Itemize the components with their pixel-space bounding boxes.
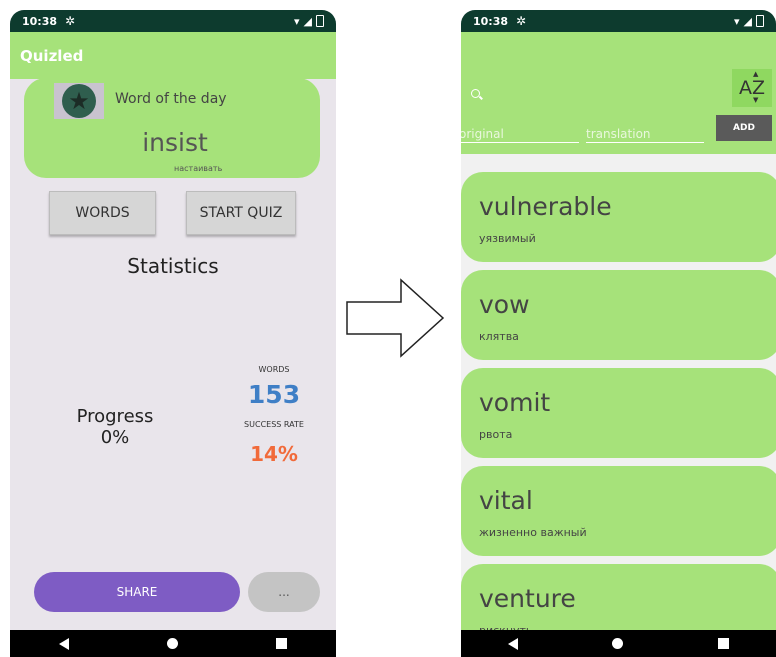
word-of-day-translation: настаивать — [174, 164, 223, 173]
sort-az-label: AZ — [738, 77, 765, 99]
success-rate-value: 14% — [250, 442, 298, 466]
list-item[interactable]: vow клятва — [461, 270, 776, 360]
statistics-title: Statistics — [127, 254, 219, 278]
status-bar: 10:38 ✲ ▾ ◢ — [10, 10, 336, 32]
words-count: 153 — [247, 380, 301, 409]
gear-icon: ✲ — [65, 14, 76, 28]
arrow-right-icon — [346, 278, 445, 358]
nav-bar — [10, 630, 336, 657]
word-text: vomit — [479, 388, 551, 417]
list-item[interactable]: vital жизненно важный — [461, 466, 776, 556]
search-icon[interactable] — [471, 89, 480, 98]
app-bar: Quizled — [10, 32, 336, 79]
sort-up-icon: ▲ — [752, 70, 759, 78]
add-button[interactable]: ADD — [716, 115, 772, 141]
recent-apps-icon[interactable] — [276, 638, 287, 649]
list-item[interactable]: vomit рвота — [461, 368, 776, 458]
translation-input[interactable]: translation — [586, 125, 704, 143]
word-translation: уязвимый — [479, 232, 536, 245]
signal-icon: ◢ — [303, 14, 312, 28]
word-of-day-card[interactable]: ★ Word of the day insist настаивать — [24, 78, 320, 178]
wifi-icon: ▾ — [734, 14, 740, 28]
start-quiz-button[interactable]: START QUIZ — [186, 191, 296, 235]
original-placeholder: original — [461, 127, 504, 141]
share-button[interactable]: SHARE — [34, 572, 240, 612]
translation-placeholder: translation — [586, 127, 651, 141]
more-button[interactable]: ... — [248, 572, 320, 612]
status-time: 10:38 — [473, 14, 509, 28]
progress-value: 0% — [100, 427, 130, 448]
app-bar — [461, 32, 776, 81]
home-icon[interactable] — [612, 638, 624, 649]
back-icon[interactable] — [59, 637, 69, 650]
home-screen: 10:38 ✲ ▾ ◢ Quizled ★ Word of the day in… — [10, 10, 336, 657]
word-translation: рвота — [479, 428, 513, 441]
nav-bar — [461, 630, 776, 657]
list-item[interactable]: vulnerable уязвимый — [461, 172, 776, 262]
star-icon-box[interactable]: ★ — [54, 83, 104, 119]
word-of-day: insist — [142, 128, 208, 157]
home-icon[interactable] — [167, 638, 178, 649]
words-button[interactable]: WORDS — [49, 191, 156, 235]
back-icon[interactable] — [508, 637, 519, 650]
signal-icon: ◢ — [743, 14, 752, 28]
status-bar: 10:38 ✲ ▾ ◢ — [461, 10, 776, 32]
progress-label: Progress — [76, 406, 154, 427]
word-text: vulnerable — [479, 192, 612, 221]
sort-down-icon: ▼ — [752, 96, 759, 104]
words-screen: 10:38 ✲ ▾ ◢ ▲ AZ ▼ original translation … — [461, 10, 776, 657]
battery-icon — [316, 15, 324, 27]
sort-az-button[interactable]: ▲ AZ ▼ — [732, 69, 772, 107]
status-time: 10:38 — [22, 14, 58, 28]
original-input[interactable]: original — [461, 125, 579, 143]
gear-icon: ✲ — [516, 14, 527, 28]
word-text: vital — [479, 486, 533, 515]
progress-block: Progress 0% — [65, 406, 165, 448]
word-text: venture — [479, 584, 576, 613]
success-rate-caption: SUCCESS RATE — [244, 420, 304, 429]
word-text: vow — [479, 290, 530, 319]
wifi-icon: ▾ — [294, 14, 300, 28]
recent-apps-icon[interactable] — [717, 638, 729, 649]
word-translation: жизненно важный — [479, 526, 587, 539]
word-of-day-label: Word of the day — [115, 91, 227, 107]
battery-icon — [756, 15, 764, 27]
word-translation: клятва — [479, 330, 519, 343]
star-icon: ★ — [62, 84, 96, 118]
app-title: Quizled — [20, 46, 84, 65]
words-caption: WORDS — [258, 365, 290, 374]
